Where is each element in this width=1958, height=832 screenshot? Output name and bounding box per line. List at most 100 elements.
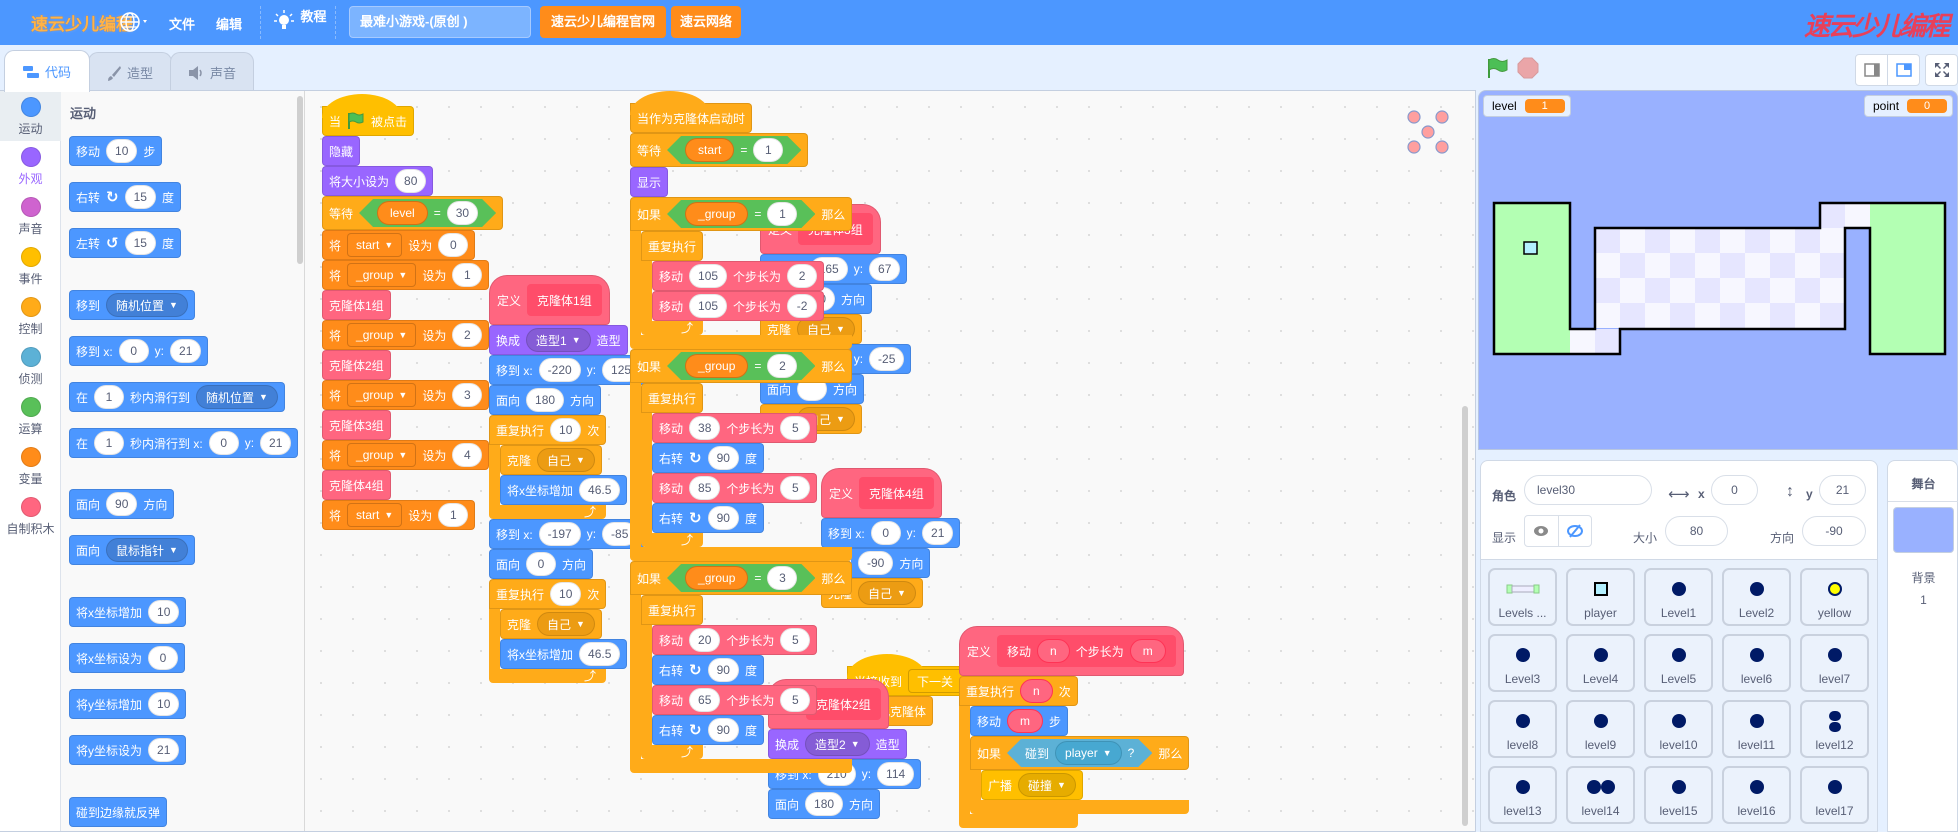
- sprite-tile[interactable]: yellow: [1800, 568, 1869, 626]
- control-block[interactable]: 重复执行: [641, 231, 704, 261]
- sprite-tile[interactable]: level15: [1644, 766, 1713, 824]
- if-block[interactable]: 如果 _group = 3 那么 重复执行 移动 20 个步长为 5 右转 ↻ 90 度移动 65 个步长为 5…: [630, 561, 853, 773]
- number-input[interactable]: 0: [148, 646, 179, 670]
- category-variables[interactable]: 变量: [0, 441, 61, 491]
- number-input[interactable]: 1: [452, 263, 483, 287]
- number-input[interactable]: 90: [707, 658, 739, 682]
- sprite-tile[interactable]: Level4: [1566, 634, 1635, 692]
- control-block[interactable]: 如果 _group = 1 那么: [630, 197, 853, 231]
- backdrop-thumbnail[interactable]: [1893, 507, 1954, 553]
- boolean-block[interactable]: _group = 1: [667, 200, 815, 228]
- number-input[interactable]: -220: [538, 358, 581, 382]
- motion-block[interactable]: 右转 ↻ 15 度: [69, 182, 181, 212]
- custom-block[interactable]: 克隆体1组: [322, 290, 391, 320]
- dropdown-menu[interactable]: 碰撞 ▼: [1018, 773, 1076, 797]
- logo[interactable]: 速云少儿编程: [31, 10, 133, 35]
- dropdown-menu[interactable]: 自己 ▼: [858, 581, 916, 605]
- number-input[interactable]: 1: [438, 503, 469, 527]
- number-input[interactable]: 10: [148, 692, 180, 716]
- control-block[interactable]: 如果 _group = 3 那么: [630, 561, 853, 595]
- motion-block[interactable]: 在 1 秒内滑行到 x: 0 y: 21: [69, 428, 299, 458]
- motion-block[interactable]: 右转 ↻ 90 度: [652, 715, 764, 745]
- sprite-tile[interactable]: level12: [1800, 700, 1869, 758]
- motion-block[interactable]: 面向 90 方向: [69, 489, 175, 519]
- script-stack[interactable]: 当 被点击 隐藏 将大小设为 80 等待 level = 30 将 start ▼ 设为 0 将 _group…: [322, 94, 504, 530]
- variables-block[interactable]: 将 start ▼ 设为 1: [322, 500, 476, 530]
- custom-block[interactable]: 定义 移动 n 个步长为 m: [959, 626, 1184, 676]
- number-input[interactable]: 80: [395, 169, 427, 193]
- looks-block[interactable]: 显示: [630, 167, 669, 197]
- number-input[interactable]: -25: [869, 347, 905, 371]
- variable-monitor-level[interactable]: level 1: [1483, 95, 1571, 117]
- number-input[interactable]: 38: [689, 416, 721, 440]
- number-input[interactable]: 90: [707, 718, 739, 742]
- number-input[interactable]: 2: [767, 354, 797, 378]
- custom-block[interactable]: 移动 65 个步长为 5: [652, 685, 818, 715]
- project-title-input[interactable]: 最难小游戏-(原创 ): [349, 6, 531, 38]
- motion-block[interactable]: 碰到边缘就反弹: [69, 797, 168, 827]
- sprite-tile[interactable]: level6: [1722, 634, 1791, 692]
- number-input[interactable]: 30: [447, 201, 478, 225]
- boolean-block[interactable]: start = 1: [667, 136, 801, 164]
- custom-block[interactable]: 移动 38 个步长为 5: [652, 413, 818, 443]
- category-custom[interactable]: 自制积木: [0, 491, 61, 541]
- sprite-tile[interactable]: level14: [1566, 766, 1635, 824]
- number-input[interactable]: 1: [767, 202, 797, 226]
- category-sound[interactable]: 声音: [0, 191, 61, 241]
- number-input[interactable]: 0: [118, 339, 149, 363]
- control-block[interactable]: 克隆自己 ▼: [500, 609, 602, 639]
- number-input[interactable]: 1: [94, 431, 125, 455]
- events-block[interactable]: 当 被点击: [322, 94, 415, 136]
- motion-block[interactable]: 将y坐标增加 10: [69, 689, 187, 719]
- dropdown-menu[interactable]: _group ▼: [347, 263, 417, 287]
- dropdown-menu[interactable]: _group ▼: [347, 443, 417, 467]
- tutorials-menu[interactable]: 教程: [274, 9, 326, 34]
- custom-block[interactable]: 克隆体2组: [322, 350, 391, 380]
- dropdown-menu[interactable]: 随机位置 ▼: [106, 293, 188, 317]
- variable-reporter[interactable]: _group: [685, 202, 748, 226]
- number-input[interactable]: 180: [526, 388, 565, 412]
- repeat-block[interactable]: 重复执行 10 次克隆 自己 ▼ 将x坐标增加 46.5 ⤴: [489, 415, 628, 519]
- stage-selector[interactable]: 舞台 背景 1: [1887, 460, 1958, 832]
- custom-block[interactable]: 克隆体4组: [322, 470, 391, 500]
- tab-costumes[interactable]: 造型: [88, 52, 172, 92]
- number-input[interactable]: 15: [124, 185, 156, 209]
- if-block[interactable]: 如果 _group = 1 那么 重复执行 移动 105 个步长为 2 移动 105 个步长为 -2 ⤴: [630, 197, 853, 349]
- control-block[interactable]: 等待 start = 1: [630, 133, 809, 167]
- looks-block[interactable]: 换成 造型1 ▼ 造型: [489, 325, 628, 355]
- motion-block[interactable]: 面向 0 方向: [489, 549, 594, 579]
- motion-block[interactable]: 右转 ↻ 90 度: [652, 655, 764, 685]
- variables-block[interactable]: 将 _group ▼ 设为 1: [322, 260, 490, 290]
- normal-stage-button[interactable]: [1887, 54, 1920, 86]
- boolean-block[interactable]: _group = 2: [667, 352, 815, 380]
- dropdown-menu[interactable]: 鼠标指针 ▼: [106, 538, 188, 562]
- custom-block-prototype[interactable]: 克隆体4组: [859, 477, 934, 509]
- number-input[interactable]: 10: [106, 139, 138, 163]
- number-input[interactable]: 21: [260, 431, 292, 455]
- motion-block[interactable]: 将x坐标设为 0: [69, 643, 186, 673]
- events-block[interactable]: 广播 碰撞 ▼: [981, 770, 1083, 800]
- custom-block-prototype[interactable]: 移动 n 个步长为 m: [997, 635, 1176, 667]
- script-scrollbar[interactable]: [1462, 406, 1468, 826]
- motion-block[interactable]: 左转 ↺ 15 度: [69, 228, 181, 258]
- custom-block[interactable]: 克隆体3组: [322, 410, 391, 440]
- motion-block[interactable]: 将x坐标增加 10: [69, 597, 187, 627]
- file-menu[interactable]: 文件: [169, 14, 195, 33]
- number-input[interactable]: 0: [870, 521, 901, 545]
- number-input[interactable]: 67: [869, 257, 901, 281]
- motion-block[interactable]: 在 1 秒内滑行到 随机位置 ▼: [69, 382, 285, 412]
- edit-menu[interactable]: 编辑: [216, 14, 242, 33]
- number-input[interactable]: 90: [707, 446, 739, 470]
- sprite-tile[interactable]: Level5: [1644, 634, 1713, 692]
- number-input[interactable]: 180: [805, 792, 844, 816]
- argument-reporter[interactable]: n: [1037, 639, 1070, 663]
- number-input[interactable]: 46.5: [579, 478, 621, 502]
- sprite-tile[interactable]: level8: [1488, 700, 1557, 758]
- official-site-button[interactable]: 速云少儿编程官网: [540, 6, 666, 38]
- category-operators[interactable]: 运算: [0, 391, 61, 441]
- number-input[interactable]: 5: [780, 628, 811, 652]
- motion-block[interactable]: 移动 10 步: [69, 136, 163, 166]
- motion-block[interactable]: 面向180方向: [489, 385, 602, 415]
- number-input[interactable]: 65: [689, 688, 721, 712]
- number-input[interactable]: 0: [438, 233, 469, 257]
